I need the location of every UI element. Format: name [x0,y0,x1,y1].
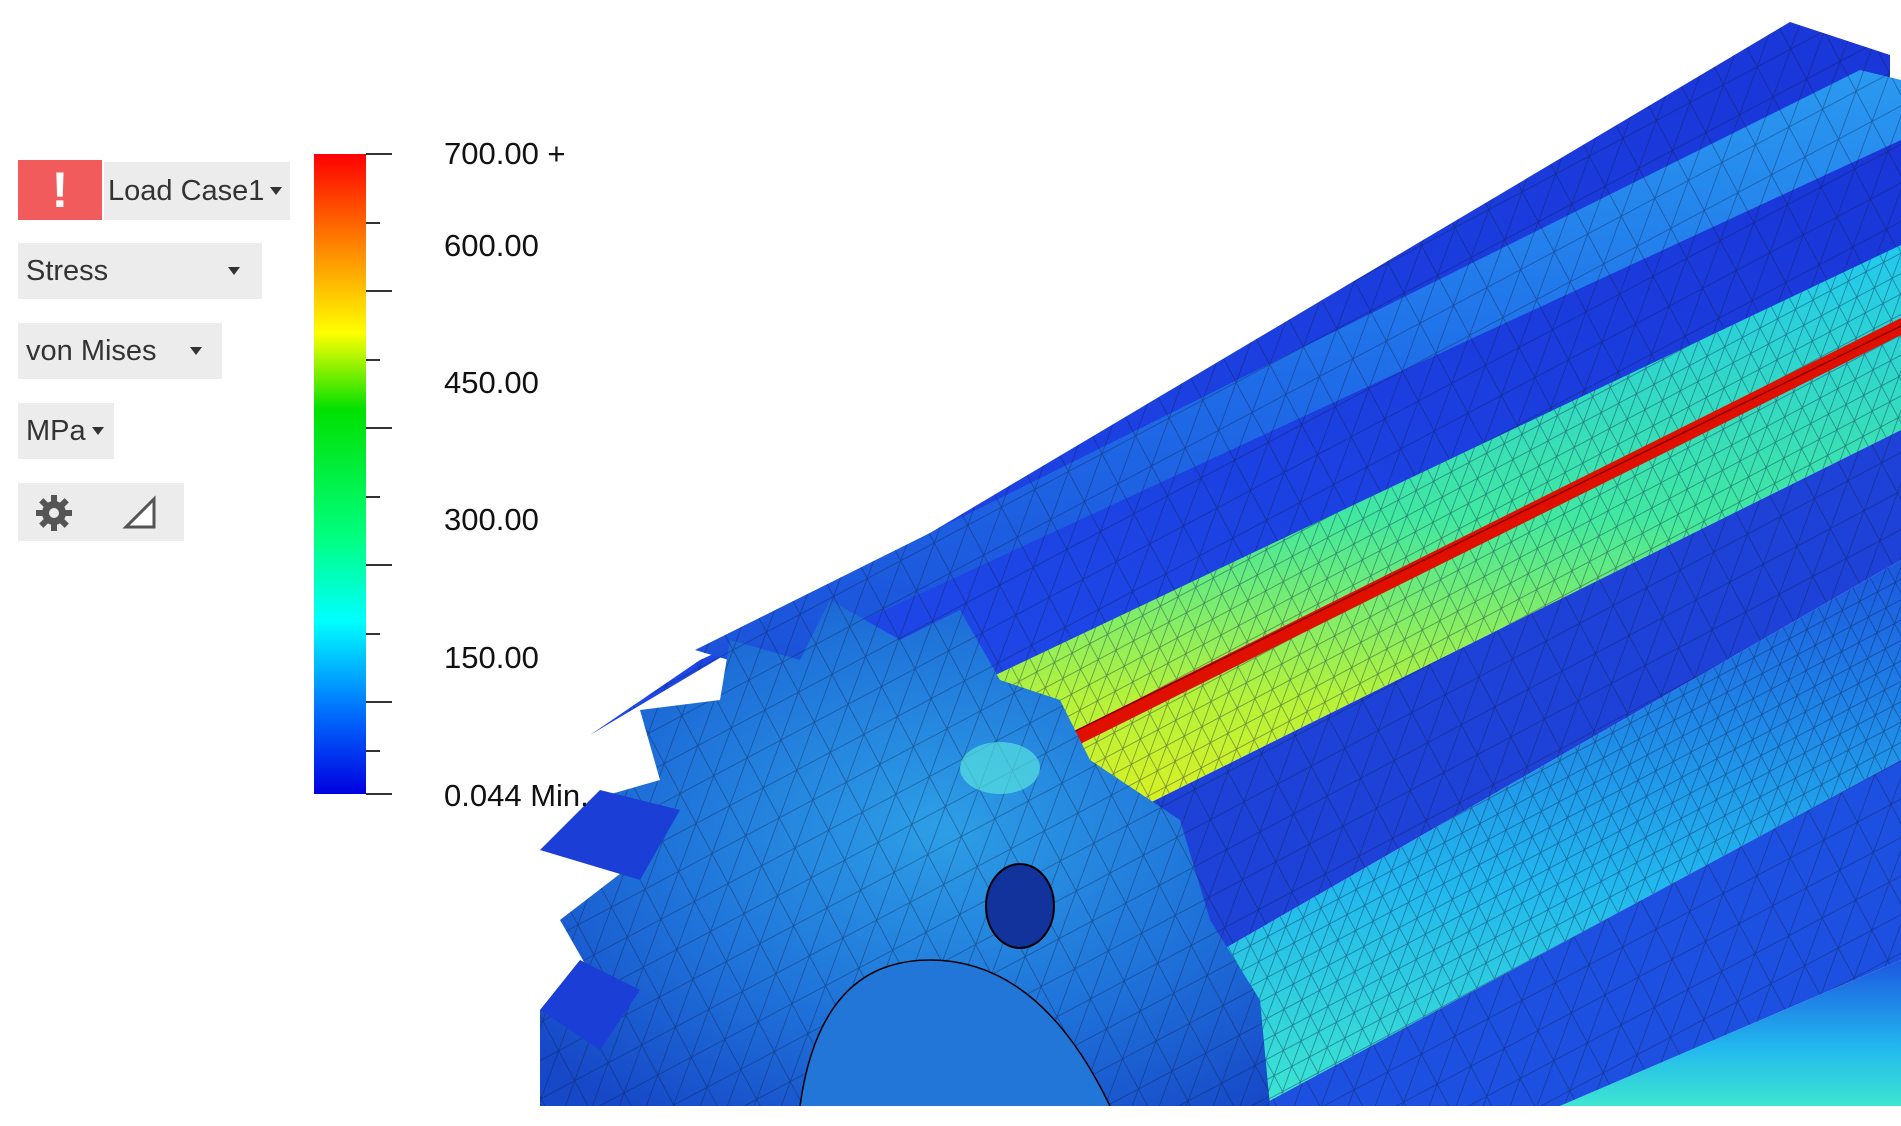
load-case-dropdown[interactable]: Load Case1 [104,162,290,220]
chevron-down-icon [190,347,202,355]
color-gradient-bar [314,154,366,794]
stress-color-scale [314,153,392,795]
unit-dropdown[interactable]: MPa [18,403,114,459]
probe-triangle-icon[interactable] [122,495,158,539]
scale-label: 150.00 [444,640,539,675]
scale-max-label: 700.00 + [444,136,566,171]
legend-toolbar [18,483,184,541]
scale-label: 450.00 [444,365,539,400]
component-dropdown[interactable]: von Mises [18,323,222,379]
chevron-down-icon [270,187,283,195]
component-label: von Mises [26,334,157,367]
result-type-label: Stress [26,254,109,287]
chevron-down-icon [228,267,240,275]
result-type-dropdown[interactable]: Stress [18,243,262,299]
gear-icon[interactable] [34,493,74,541]
unit-label: MPa [26,414,86,447]
chevron-down-icon [91,427,104,435]
scale-min-label: 0.044 Min. [444,778,589,813]
load-case-label: Load Case1 [108,174,265,207]
warning-button[interactable]: ! [18,160,102,220]
scale-label: 600.00 [444,228,539,263]
scale-label: 300.00 [444,502,539,537]
warning-icon: ! [51,162,69,218]
